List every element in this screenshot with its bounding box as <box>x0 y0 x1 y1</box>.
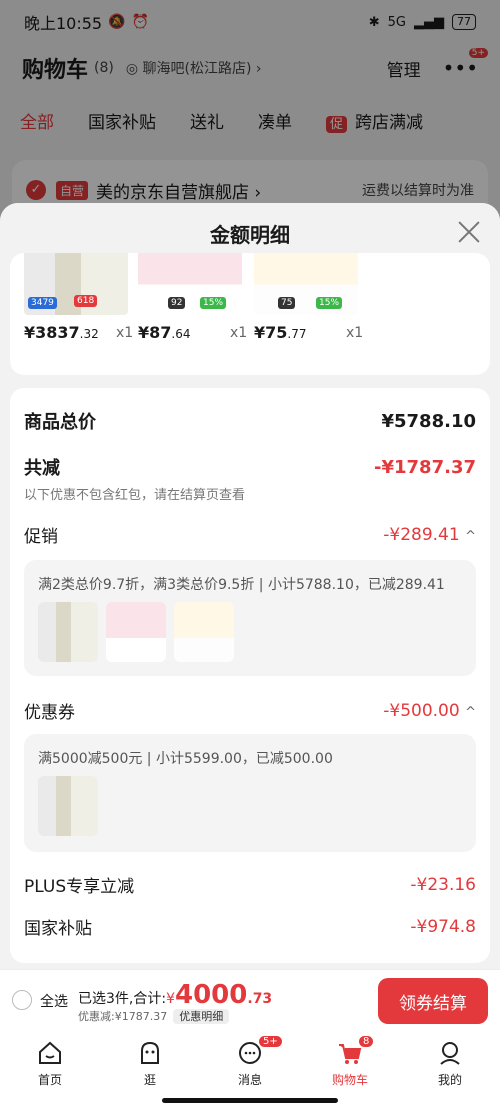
cart-badge: 8 <box>358 1035 375 1048</box>
discount-amount: 优惠减:¥1787.37 <box>78 1010 168 1023</box>
total-reduction-row: 共减 -¥1787.37 <box>24 454 476 480</box>
amount-breakdown: 商品总价 ¥5788.10 共减 -¥1787.37 以下优惠不包含红包，请在结… <box>10 388 490 963</box>
sale-tag: 618 <box>74 295 98 307</box>
discount-tag: 15% <box>316 297 343 309</box>
coupon-label: 优惠券 <box>24 703 75 723</box>
product-image-badge: 75 <box>278 297 296 309</box>
promotion-row[interactable]: 促销 -¥289.41 ^ <box>24 522 476 548</box>
tab-label: 购物车 <box>331 1073 368 1087</box>
checkout-bar: 全选 已选3件,合计:¥4000.73 优惠减:¥1787.37 优惠明细 领券结… <box>0 969 500 1031</box>
total-reduction-label: 共减 <box>24 458 60 479</box>
product-image-egg-cooker: 75 15% <box>254 253 358 315</box>
goods-total-row: 商品总价 ¥5788.10 <box>24 408 476 434</box>
summary-prefix: 已选3件,合计: <box>78 991 167 1007</box>
product-image-badge: 3479 <box>28 297 57 309</box>
goods-total-label: 商品总价 <box>24 412 96 433</box>
discount-line: 优惠减:¥1787.37 优惠明细 <box>78 1008 230 1024</box>
total-dec: .73 <box>247 991 273 1007</box>
national-subsidy-value: -¥974.8 <box>410 916 476 937</box>
coupon-value: -¥500.00 ^ <box>383 701 476 721</box>
product-image-juicer: 92 15% <box>138 253 242 315</box>
amount-detail-sheet: 金额明细 3479 618 ¥3837.32 x1 92 15% ¥87.64 … <box>0 203 500 969</box>
close-icon[interactable] <box>456 219 482 245</box>
price-int: ¥87 <box>138 323 172 342</box>
checkout-button[interactable]: 领券结算 <box>378 978 488 1024</box>
select-all-label[interactable]: 全选 <box>40 991 68 1011</box>
chevron-up-icon: ^ <box>465 704 476 720</box>
home-indicator <box>162 1098 338 1103</box>
plus-discount-label: PLUS专享立减 <box>24 877 135 897</box>
tab-profile[interactable]: 我的 <box>410 1039 490 1111</box>
product-qty: x1 <box>116 325 134 341</box>
promotion-detail-block: 满2类总价9.7折，满3类总价9.5折 | 小计5788.10，已减289.41 <box>24 560 476 676</box>
promotion-detail-text: 满2类总价9.7折，满3类总价9.5折 | 小计5788.10，已减289.41 <box>38 577 445 593</box>
national-subsidy-row: 国家补贴 -¥974.8 <box>24 914 476 940</box>
goods-total-value: ¥5788.10 <box>381 410 476 432</box>
product-item[interactable]: 75 15% ¥75.77 x1 <box>254 253 366 342</box>
price-dec: .77 <box>287 327 307 341</box>
promotion-amount: -¥289.41 <box>383 524 460 545</box>
price-int: ¥3837 <box>24 323 80 342</box>
product-image-air-conditioner: 3479 618 <box>24 253 128 315</box>
price-dec: .32 <box>79 327 99 341</box>
tab-label: 我的 <box>437 1073 462 1087</box>
product-qty: x1 <box>230 325 248 341</box>
discount-detail-button[interactable]: 优惠明细 <box>173 1009 230 1024</box>
messages-badge: 5+ <box>258 1035 283 1048</box>
promo-thumb-juicer <box>106 602 166 662</box>
national-subsidy-label: 国家补贴 <box>24 919 92 939</box>
price-dec: .64 <box>171 327 191 341</box>
currency-symbol: ¥ <box>166 991 175 1007</box>
sheet-title: 金额明细 <box>210 222 290 247</box>
product-price: ¥75.77 <box>254 323 307 342</box>
product-qty: x1 <box>346 325 364 341</box>
total-int: 4000 <box>175 980 248 1010</box>
promotion-label: 促销 <box>24 527 58 547</box>
plus-discount-row: PLUS专享立减 -¥23.16 <box>24 872 476 898</box>
reduction-note: 以下优惠不包含红包，请在结算页查看 <box>24 488 246 503</box>
promo-thumb-egg-cooker <box>174 602 234 662</box>
discount-tag: 15% <box>200 297 227 309</box>
chevron-up-icon: ^ <box>465 528 476 544</box>
home-icon <box>39 1041 61 1064</box>
promo-thumb-air-conditioner <box>38 602 98 662</box>
tab-label: 逛 <box>143 1073 156 1087</box>
profile-icon <box>440 1042 460 1065</box>
plus-discount-value: -¥23.16 <box>410 874 476 895</box>
checkout-summary: 已选3件,合计:¥4000.73 <box>78 980 272 1010</box>
tab-home[interactable]: 首页 <box>10 1039 90 1111</box>
coupon-detail-text: 满5000减500元 | 小计5599.00，已减500.00 <box>38 751 333 767</box>
product-price: ¥3837.32 <box>24 323 99 342</box>
promotion-value: -¥289.41 ^ <box>383 525 476 545</box>
product-image-badge: 92 <box>168 297 186 309</box>
product-item[interactable]: 3479 618 ¥3837.32 x1 <box>24 253 136 342</box>
tab-label: 消息 <box>237 1073 262 1087</box>
select-all-checkbox[interactable] <box>12 990 32 1010</box>
tab-label: 首页 <box>37 1073 62 1087</box>
product-item[interactable]: 92 15% ¥87.64 x1 <box>138 253 250 342</box>
total-reduction-value: -¥1787.37 <box>374 456 476 478</box>
browse-icon <box>141 1041 159 1064</box>
coupon-amount: -¥500.00 <box>383 700 460 721</box>
product-strip: 3479 618 ¥3837.32 x1 92 15% ¥87.64 x1 75… <box>10 253 490 375</box>
coupon-row[interactable]: 优惠券 -¥500.00 ^ <box>24 698 476 724</box>
coupon-thumb-air-conditioner <box>38 776 98 836</box>
product-price: ¥87.64 <box>138 323 191 342</box>
price-int: ¥75 <box>254 323 288 342</box>
coupon-detail-block: 满5000减500元 | 小计5599.00，已减500.00 <box>24 734 476 852</box>
